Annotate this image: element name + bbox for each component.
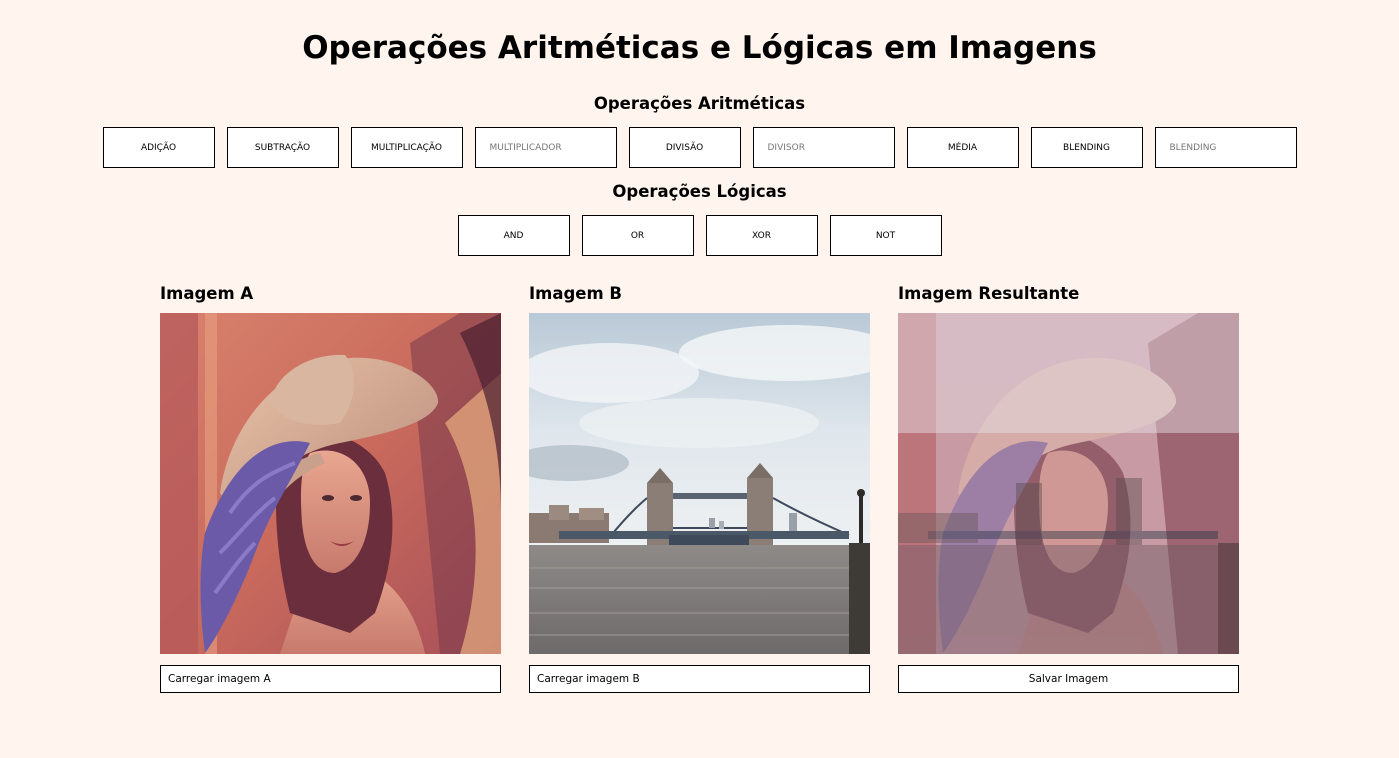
portrait-image [160, 313, 501, 654]
bridge-image [529, 313, 870, 654]
page-title: Operações Aritméticas e Lógicas em Image… [302, 30, 1097, 66]
load-image-b-button[interactable]: Carregar imagem B [529, 665, 870, 693]
image-b [529, 313, 870, 654]
multiplication-button[interactable]: MULTIPLICAÇÃO [350, 127, 463, 168]
arithmetic-toolbar: ADIÇÃO SUBTRAÇÃO MULTIPLICAÇÃO DIVISÃO M… [0, 127, 1399, 168]
result-image-panel: Imagem Resultante Salvar Imagem [898, 282, 1239, 693]
divisor-input[interactable] [752, 127, 895, 168]
result-image [898, 313, 1239, 654]
subtraction-button[interactable]: SUBTRAÇÃO [226, 127, 339, 168]
or-button[interactable]: OR [581, 215, 694, 256]
addition-button[interactable]: ADIÇÃO [102, 127, 215, 168]
save-image-button[interactable]: Salvar Imagem [898, 665, 1239, 693]
app-root: Operações Aritméticas e Lógicas em Image… [0, 0, 1399, 758]
image-b-heading: Imagem B [529, 284, 622, 303]
logical-heading: Operações Lógicas [612, 182, 787, 201]
image-b-panel: Imagem B Carregar imagem B [529, 282, 870, 693]
image-a-panel: Imagem A Carregar imagem A [160, 282, 501, 693]
load-image-a-button[interactable]: Carregar imagem A [160, 665, 501, 693]
image-a [160, 313, 501, 654]
blending-input[interactable] [1154, 127, 1297, 168]
average-button[interactable]: MÉDIA [906, 127, 1019, 168]
blending-button[interactable]: BLENDING [1030, 127, 1143, 168]
and-button[interactable]: AND [457, 215, 570, 256]
logical-toolbar: AND OR XOR NOT [0, 215, 1399, 256]
division-button[interactable]: DIVISÃO [628, 127, 741, 168]
arithmetic-heading: Operações Aritméticas [593, 94, 806, 113]
image-a-heading: Imagem A [160, 284, 254, 303]
not-button[interactable]: NOT [829, 215, 942, 256]
multiplier-input[interactable] [474, 127, 617, 168]
blended-image [898, 313, 1239, 654]
xor-button[interactable]: XOR [705, 215, 818, 256]
result-image-heading: Imagem Resultante [898, 284, 1080, 303]
